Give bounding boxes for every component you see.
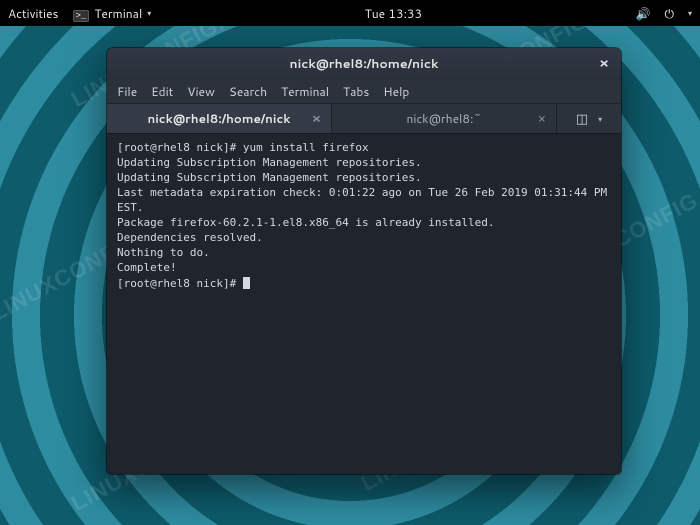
- terminal-line: [root@rhel8 nick]# yum install firefox: [117, 140, 611, 155]
- app-menu[interactable]: Terminal ▾: [73, 5, 152, 22]
- terminal-line: Last metadata expiration check: 0:01:22 …: [117, 185, 611, 215]
- window-titlebar[interactable]: nick@rhel8:/home/nick ×: [107, 48, 621, 80]
- close-icon[interactable]: ×: [312, 110, 321, 128]
- chevron-down-icon: ▾: [688, 7, 692, 19]
- menubar: File Edit View Search Terminal Tabs Help: [107, 80, 621, 104]
- tab-inactive[interactable]: nick@rhel8:~ ×: [332, 104, 557, 133]
- new-tab-button[interactable]: ◫: [576, 110, 588, 128]
- terminal-cursor: [243, 277, 250, 289]
- terminal-line: Updating Subscription Management reposit…: [117, 155, 611, 170]
- app-menu-label: Terminal: [94, 5, 142, 22]
- tabstrip: nick@rhel8:/home/nick × nick@rhel8:~ × ◫…: [107, 104, 621, 134]
- tab-tools: ◫ ▾: [557, 104, 621, 133]
- menu-file[interactable]: File: [117, 83, 137, 100]
- close-icon[interactable]: ×: [595, 55, 613, 73]
- menu-tabs[interactable]: Tabs: [343, 83, 369, 100]
- chevron-down-icon[interactable]: ▾: [598, 113, 602, 125]
- chevron-down-icon: ▾: [147, 7, 151, 19]
- terminal-output[interactable]: [root@rhel8 nick]# yum install firefoxUp…: [107, 134, 621, 474]
- gnome-topbar: Activities Terminal ▾ Tue 13:33 🔊 ⏻ ▾: [0, 0, 700, 26]
- terminal-line: [root@rhel8 nick]#: [117, 275, 611, 291]
- tab-label: nick@rhel8:/home/nick: [147, 110, 290, 127]
- clock[interactable]: Tue 13:33: [365, 5, 423, 22]
- menu-view[interactable]: View: [187, 83, 215, 100]
- terminal-window: nick@rhel8:/home/nick × File Edit View S…: [107, 48, 621, 474]
- terminal-line: Package firefox-60.2.1-1.el8.x86_64 is a…: [117, 215, 611, 230]
- menu-search[interactable]: Search: [229, 83, 267, 100]
- terminal-line: Updating Subscription Management reposit…: [117, 170, 611, 185]
- window-title: nick@rhel8:/home/nick: [289, 55, 438, 73]
- menu-edit[interactable]: Edit: [151, 83, 173, 100]
- menu-help[interactable]: Help: [383, 83, 409, 100]
- close-icon[interactable]: ×: [538, 110, 546, 128]
- terminal-line: Nothing to do.: [117, 245, 611, 260]
- terminal-line: Complete!: [117, 260, 611, 275]
- terminal-icon: [73, 5, 90, 22]
- tab-label: nick@rhel8:~: [406, 110, 481, 127]
- power-icon[interactable]: ⏻: [664, 5, 674, 22]
- menu-terminal[interactable]: Terminal: [281, 83, 329, 100]
- terminal-line: Dependencies resolved.: [117, 230, 611, 245]
- tab-active[interactable]: nick@rhel8:/home/nick ×: [107, 104, 332, 133]
- activities-button[interactable]: Activities: [8, 5, 59, 22]
- volume-icon[interactable]: 🔊: [636, 5, 651, 22]
